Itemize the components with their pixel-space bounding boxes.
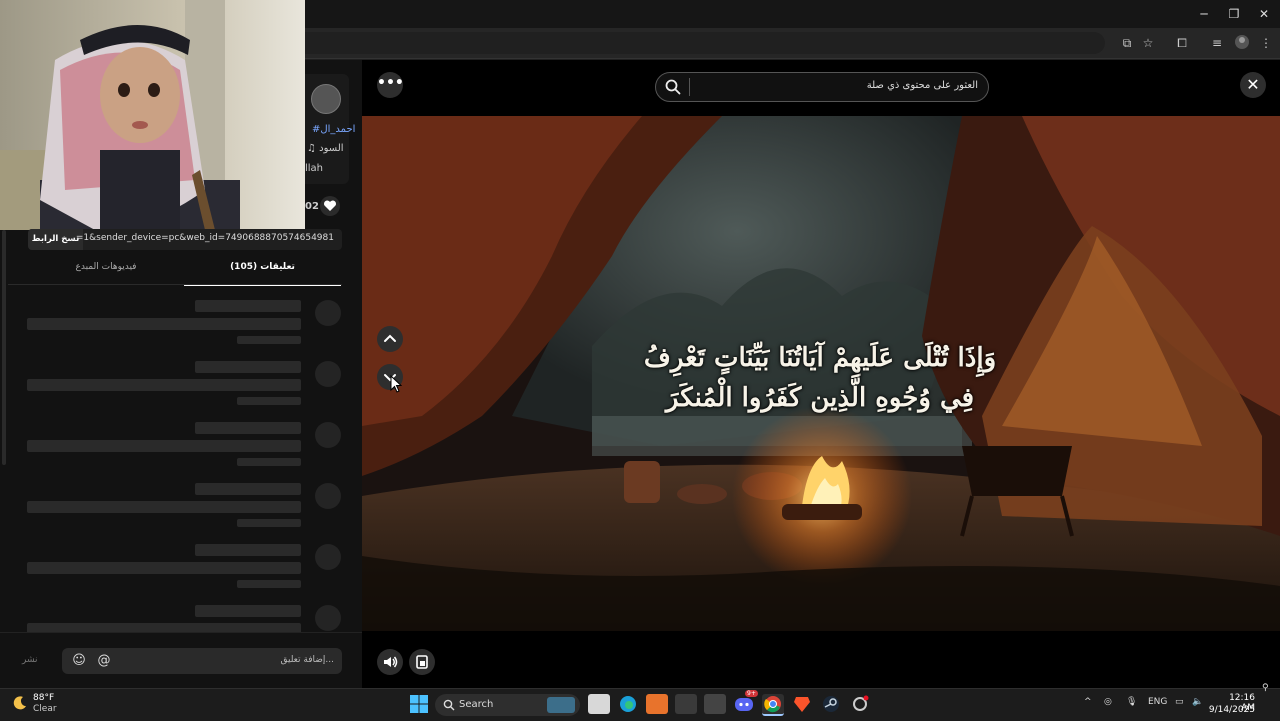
search-input[interactable]: العثور على محتوى ذي صلة — [867, 80, 978, 91]
comment-skeleton-avatar — [315, 422, 341, 448]
video-caption: وَإِذَا تُتْلَى عَلَيهِمْ آيَاتُنَا بَيِ… — [580, 338, 1060, 418]
comments-list — [0, 296, 362, 632]
like-count: 02 — [305, 201, 319, 212]
extensions-icon[interactable]: ⧠ — [1172, 34, 1192, 52]
tray-app-icon[interactable]: ◎ — [1104, 697, 1112, 707]
network-icon[interactable]: ▭ — [1175, 697, 1184, 707]
media-control-icon[interactable]: ≡ — [1207, 34, 1227, 52]
mention-icon[interactable]: @ — [96, 653, 112, 669]
tab-divider — [8, 284, 342, 285]
chrome-icon[interactable] — [762, 694, 784, 716]
comment-skeleton-line — [237, 580, 301, 588]
comment-skeleton-avatar — [315, 300, 341, 326]
comment-skeleton-avatar — [315, 361, 341, 387]
profile-icon[interactable] — [1232, 34, 1252, 52]
comment-skeleton-line — [27, 562, 301, 574]
comment-skeleton-avatar — [315, 544, 341, 570]
weather-temperature[interactable]: 88°F — [33, 693, 54, 703]
comment-input[interactable]: ☺ @ إضافة تعليق... — [62, 648, 342, 674]
previous-video-button[interactable] — [377, 326, 403, 352]
chevron-up-icon — [384, 334, 396, 342]
pip-icon — [416, 655, 428, 669]
comment-skeleton-line — [27, 318, 301, 330]
comment-skeleton-line — [195, 544, 301, 556]
like-button[interactable] — [320, 196, 340, 216]
caption-line-1: وَإِذَا تُتْلَى عَلَيهِمْ آيَاتُنَا بَيِ… — [643, 343, 997, 373]
sound-label[interactable]: ♫ السود — [307, 143, 344, 154]
app-grid-icon[interactable] — [704, 694, 726, 714]
discord-badge: 9+ — [745, 690, 758, 697]
comment-skeleton-line — [27, 379, 301, 391]
app-settings-icon[interactable] — [849, 694, 871, 714]
microphone-icon[interactable]: 🎙 — [1126, 697, 1137, 707]
search-highlight-icon — [547, 697, 575, 713]
comment-skeleton-line — [237, 519, 301, 527]
address-bar[interactable] — [305, 32, 1105, 54]
discord-icon[interactable]: 9+ — [733, 690, 758, 714]
hashtag-link[interactable]: #احمد_ال — [312, 124, 355, 135]
webcam-overlay — [0, 0, 305, 230]
comment-skeleton-avatar — [315, 605, 341, 631]
taskbar-search-icon — [443, 699, 455, 711]
task-view-icon[interactable] — [588, 694, 610, 714]
weather-description[interactable]: Clear — [33, 704, 57, 714]
taskbar-search[interactable]: Search — [435, 694, 580, 716]
creator-avatar[interactable] — [311, 84, 341, 114]
caption-line-2: فِي وُجُوهِ الَّذِين كَفَرُوا الْمُنكَرَ — [665, 383, 975, 413]
comment-skeleton-line — [27, 440, 301, 452]
install-app-icon[interactable]: ⧉ — [1117, 34, 1137, 52]
comment-skeleton-line — [195, 483, 301, 495]
notification-icon[interactable]: ⚲ — [1262, 683, 1269, 693]
comment-placeholder: إضافة تعليق... — [280, 655, 334, 665]
creator-username[interactable]: llah — [305, 163, 323, 174]
tab-comments[interactable]: (105) تعليقات — [184, 262, 341, 286]
moon-weather-icon[interactable] — [12, 695, 28, 711]
post-comment-button[interactable]: نشر — [22, 655, 38, 665]
search-divider — [689, 78, 690, 96]
tab-creator-videos[interactable]: فيديوهات المبدع — [28, 262, 184, 284]
brave-icon[interactable] — [791, 694, 813, 714]
heart-icon — [323, 200, 337, 211]
comment-skeleton-line — [195, 300, 301, 312]
comment-skeleton-line — [195, 422, 301, 434]
comment-skeleton-line — [27, 501, 301, 513]
close-viewer-button[interactable]: ✕ — [1240, 72, 1266, 98]
minimize-button[interactable]: ─ — [1190, 4, 1218, 24]
emoji-icon[interactable]: ☺ — [71, 653, 87, 669]
comment-skeleton-line — [237, 397, 301, 405]
share-link-row: نسخ الرابط ...=1&sender_device=pc&web_id… — [28, 229, 342, 250]
search-box[interactable]: العثور على محتوى ذي صلة — [655, 72, 989, 102]
bookmark-star-icon[interactable]: ☆ — [1138, 34, 1158, 52]
picture-in-picture-button[interactable] — [409, 649, 435, 675]
volume-button[interactable] — [377, 649, 403, 675]
menu-kebab-icon[interactable]: ⋮ — [1256, 34, 1276, 52]
speaker-icon — [384, 656, 398, 668]
edge-icon[interactable] — [617, 694, 639, 714]
mouse-cursor-icon — [390, 375, 402, 393]
clock-date[interactable]: 9/14/2025 — [1205, 705, 1255, 715]
comment-skeleton-line — [195, 605, 301, 617]
language-indicator[interactable]: ENG — [1148, 697, 1167, 707]
epic-games-icon[interactable] — [675, 694, 697, 714]
taskbar-search-label: Search — [459, 699, 494, 710]
tab-strip — [305, 0, 1280, 28]
comment-skeleton-avatar — [315, 483, 341, 509]
windows-start-icon[interactable] — [410, 695, 428, 713]
comment-skeleton-line — [195, 361, 301, 373]
tray-overflow-icon[interactable]: ^ — [1084, 697, 1092, 707]
app-a-icon[interactable] — [646, 694, 668, 714]
comment-skeleton-line — [237, 458, 301, 466]
comment-skeleton-line — [237, 336, 301, 344]
more-dots-icon: ••• — [377, 75, 404, 91]
comment-skeleton-line — [27, 623, 301, 632]
window-close-button[interactable]: ✕ — [1250, 4, 1278, 24]
more-options-button[interactable]: ••• — [377, 72, 404, 98]
player-controls — [362, 632, 1280, 688]
search-icon[interactable] — [664, 78, 682, 96]
close-icon: ✕ — [1246, 75, 1260, 94]
volume-tray-icon[interactable]: 🔈 — [1192, 697, 1203, 707]
maximize-button[interactable]: ❐ — [1220, 4, 1248, 24]
share-link-text[interactable]: ...=1&sender_device=pc&web_id=7490688870… — [67, 233, 334, 243]
steam-icon[interactable] — [820, 694, 842, 714]
